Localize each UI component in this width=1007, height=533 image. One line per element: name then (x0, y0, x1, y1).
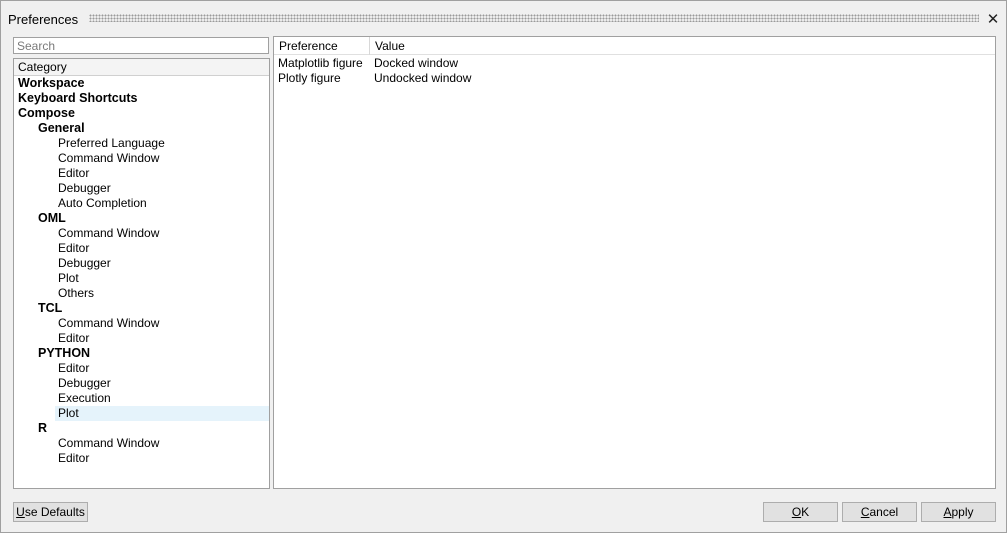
title-bar[interactable]: Preferences ✕ (1, 1, 1006, 35)
tree-item-plot[interactable]: Plot (14, 271, 269, 286)
window-title: Preferences (8, 12, 79, 27)
tree-item-label: Editor (58, 166, 90, 180)
tree-item-label: Debugger (58, 181, 111, 195)
preference-cell: Matplotlib figure (278, 56, 363, 70)
preferences-table: Preference Value Matplotlib figure Docke… (273, 36, 996, 489)
tree-item-label: Debugger (58, 376, 111, 390)
value-cell[interactable]: Docked window (374, 56, 458, 71)
tree-item-label: Preferred Language (58, 136, 165, 150)
tree-item-label: Command Window (58, 316, 160, 330)
close-icon[interactable]: ✕ (985, 11, 1001, 27)
preferences-dialog: Preferences ✕ Category WorkspaceKeyboard… (0, 0, 1007, 533)
tree-item-label: Others (58, 286, 95, 300)
use-defaults-mnemonic: U (16, 505, 25, 519)
tree-item-command-window[interactable]: Command Window (14, 436, 269, 451)
tree-item-editor[interactable]: Editor (14, 451, 269, 466)
tree-item-python[interactable]: PYTHON (14, 346, 269, 361)
tree-item-label: Editor (58, 331, 90, 345)
cancel-label: ancel (869, 505, 899, 519)
tree-item-label: Command Window (58, 436, 160, 450)
column-header-preference[interactable]: Preference (274, 37, 370, 55)
tree-item-general[interactable]: General (14, 121, 269, 136)
tree-item-label: TCL (38, 301, 63, 315)
tree-item-editor[interactable]: Editor (14, 361, 269, 376)
tree-item-debugger[interactable]: Debugger (14, 376, 269, 391)
tree-item-label: Plot (55, 406, 269, 421)
tree-item-editor[interactable]: Editor (14, 166, 269, 181)
ok-label: K (801, 505, 810, 519)
tree-item-editor[interactable]: Editor (14, 331, 269, 346)
table-row[interactable]: Plotly figure Undocked window (274, 71, 995, 86)
table-body: Matplotlib figure Docked window Plotly f… (274, 56, 995, 86)
tree-item-workspace[interactable]: Workspace (14, 76, 269, 91)
tree-item-label: PYTHON (38, 346, 91, 360)
cancel-mnemonic: C (860, 505, 870, 519)
search-input[interactable] (13, 37, 269, 54)
cancel-button[interactable]: Cancel (842, 502, 917, 522)
tree-item-execution[interactable]: Execution (14, 391, 269, 406)
tree-item-label: Editor (58, 451, 90, 465)
ok-button[interactable]: OK (763, 502, 838, 522)
tree-item-label: OML (38, 211, 66, 225)
tree-item-label: Auto Completion (58, 196, 147, 210)
tree-item-keyboard-shortcuts[interactable]: Keyboard Shortcuts (14, 91, 269, 106)
tree-item-r[interactable]: R (14, 421, 269, 436)
tree-item-label: Workspace (18, 76, 85, 90)
category-tree: Category Workspace Keyboard Shortcuts Comp… (13, 58, 270, 489)
tree-item-label: R (38, 421, 48, 435)
tree-item-debugger[interactable]: Debugger (14, 256, 269, 271)
value-cell[interactable]: Undocked window (374, 71, 471, 86)
drag-grip[interactable] (89, 14, 979, 22)
ok-mnemonic: O (791, 505, 802, 519)
apply-mnemonic: A (943, 505, 952, 519)
tree-item-label: Editor (58, 361, 90, 375)
tree-item-label: Debugger (58, 256, 111, 270)
tree-item-debugger[interactable]: Debugger (14, 181, 269, 196)
preference-cell: Plotly figure (278, 71, 341, 85)
tree-item-compose[interactable]: Compose (14, 106, 269, 121)
tree-item-tcl[interactable]: TCL (14, 301, 269, 316)
tree-item-label: Command Window (58, 226, 160, 240)
table-row[interactable]: Matplotlib figure Docked window (274, 56, 995, 71)
tree-item-label: General (38, 121, 85, 135)
column-header-value[interactable]: Value (370, 37, 995, 55)
tree-item-label: Editor (58, 241, 90, 255)
apply-label: pply (951, 505, 974, 519)
tree-item-oml[interactable]: OML (14, 211, 269, 226)
tree-item-label: Command Window (58, 151, 160, 165)
use-defaults-button[interactable]: Use Defaults (13, 502, 88, 522)
tree-item-editor[interactable]: Editor (14, 241, 269, 256)
tree-item-others[interactable]: Others (14, 286, 269, 301)
tree-item-label: Keyboard Shortcuts (18, 91, 138, 105)
use-defaults-label: se Defaults (24, 505, 85, 519)
table-header: Preference Value (274, 37, 995, 55)
tree-item-auto-completion[interactable]: Auto Completion (14, 196, 269, 211)
tree-item-preferred-language[interactable]: Preferred Language (14, 136, 269, 151)
tree-item-command-window[interactable]: Command Window (14, 151, 269, 166)
category-list: Workspace Keyboard Shortcuts Compose Genera… (14, 76, 269, 466)
category-header: Category (14, 59, 269, 76)
tree-item-command-window[interactable]: Command Window (14, 316, 269, 331)
tree-item-command-window[interactable]: Command Window (14, 226, 269, 241)
tree-item-label: Plot (58, 271, 79, 285)
apply-button[interactable]: Apply (921, 502, 996, 522)
tree-item-label: Compose (18, 106, 75, 120)
tree-item-label: Execution (58, 391, 111, 405)
tree-item-plot[interactable]: Plot (14, 406, 269, 421)
